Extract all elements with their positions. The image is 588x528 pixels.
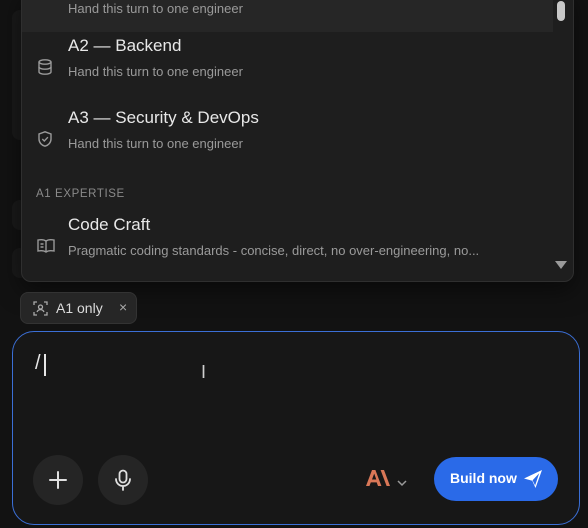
menu-item-subtitle: Hand this turn to one engineer	[68, 136, 243, 151]
text-caret	[44, 354, 46, 376]
command-menu: Hand this turn to one engineer A2 — Back…	[21, 0, 574, 282]
menu-item-subtitle: Hand this turn to one engineer	[68, 64, 243, 79]
message-input[interactable]: /	[35, 352, 41, 375]
menu-item-a2-backend[interactable]: A2 — Backend Hand this turn to one engin…	[22, 32, 553, 104]
menu-item-subtitle: Hand this turn to one engineer	[68, 1, 243, 16]
microphone-icon	[115, 469, 131, 491]
menu-item-title: A2 — Backend	[68, 36, 182, 55]
message-composer[interactable]: / I Build now	[12, 331, 580, 525]
chip-close-button[interactable]: ×	[119, 299, 127, 315]
menu-item-subtitle: Pragmatic coding standards - concise, di…	[68, 243, 480, 258]
database-icon	[36, 58, 56, 78]
send-icon	[522, 468, 544, 495]
mouse-ibeam-cursor-icon: I	[201, 362, 207, 382]
menu-item-a3-security-devops[interactable]: A3 — Security & DevOps Hand this turn to…	[22, 104, 553, 176]
plus-icon	[49, 471, 67, 489]
build-now-button[interactable]: Build now	[434, 457, 558, 501]
scroll-down-arrow-icon[interactable]	[555, 261, 567, 269]
menu-scrollbar[interactable]	[555, 1, 567, 269]
menu-item-title: A3 — Security & DevOps	[68, 108, 259, 127]
chevron-down-icon[interactable]	[397, 474, 407, 492]
book-open-icon	[36, 237, 56, 257]
voice-input-button[interactable]	[98, 455, 148, 505]
menu-item-agent[interactable]: Hand this turn to one engineer	[22, 0, 553, 32]
context-chip[interactable]: A1 only ×	[20, 292, 137, 324]
section-label-expertise: A1 EXPERTISE	[36, 188, 125, 200]
shield-check-icon	[36, 130, 56, 150]
build-now-label: Build now	[450, 470, 517, 486]
anthropic-logo-icon[interactable]	[366, 469, 390, 492]
menu-item-title: Code Craft	[68, 215, 151, 234]
focus-frame-icon	[33, 301, 48, 316]
add-attachment-button[interactable]	[33, 455, 83, 505]
chip-label: A1 only	[56, 300, 103, 316]
menu-item-code-craft[interactable]: Code Craft Pragmatic coding standards - …	[22, 211, 553, 281]
scrollbar-thumb[interactable]	[557, 1, 565, 21]
